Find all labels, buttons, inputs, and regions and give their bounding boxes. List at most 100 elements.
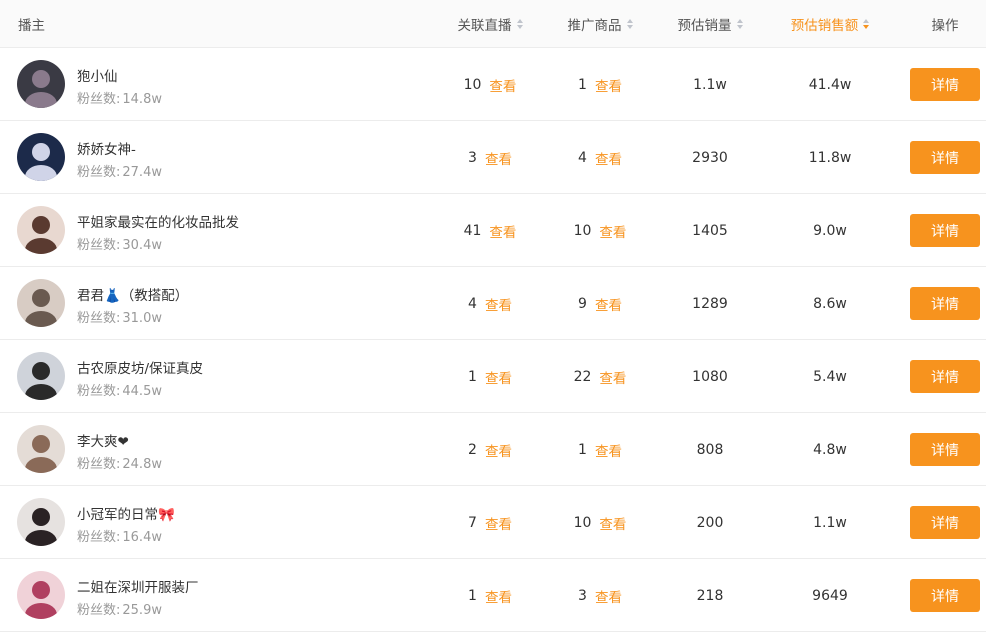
streamer-name[interactable]: 君君👗（教搭配） [77, 284, 188, 304]
live-count-cell: 2 查看 [468, 440, 512, 460]
live-count-cell: 41 查看 [463, 221, 517, 241]
fans-count: 粉丝数: 24.8w [77, 457, 162, 472]
estimated-sales: 218 [696, 587, 724, 604]
streamer-table: 播主 关联直播 推广商品 预估销量 预估销售额 操作 狍小仙 粉丝数: 14.8w… [0, 0, 986, 632]
detail-button[interactable]: 详情 [910, 360, 980, 393]
table-row: 小冠军的日常🎀 粉丝数: 16.4w 7 查看 10 查看 200 1.1w 详情 [0, 486, 986, 559]
table-row: 娇娇女神- 粉丝数: 27.4w 3 查看 4 查看 2930 11.8w 详情 [0, 121, 986, 194]
streamer-name[interactable]: 小冠军的日常🎀 [77, 503, 175, 523]
streamer-name[interactable]: 李大爽❤ [77, 430, 129, 450]
estimated-sales: 200 [696, 514, 724, 531]
fans-count: 粉丝数: 30.4w [77, 238, 162, 253]
estimated-sales: 2930 [692, 149, 728, 166]
table-header: 播主 关联直播 推广商品 预估销量 预估销售额 操作 [0, 0, 986, 48]
detail-button[interactable]: 详情 [910, 141, 980, 174]
goods-count-cell: 1 查看 [578, 75, 622, 95]
estimated-amount: 9649 [812, 587, 848, 604]
view-live-link[interactable]: 查看 [485, 148, 512, 168]
estimated-amount: 1.1w [813, 514, 847, 531]
avatar[interactable] [17, 279, 65, 327]
sort-icon[interactable] [516, 19, 523, 29]
streamer-name[interactable]: 古农原皮坊/保证真皮 [77, 357, 203, 377]
table-row: 狍小仙 粉丝数: 14.8w 10 查看 1 查看 1.1w 41.4w 详情 [0, 48, 986, 121]
avatar[interactable] [17, 352, 65, 400]
table-row: 李大爽❤ 粉丝数: 24.8w 2 查看 1 查看 808 4.8w 详情 [0, 413, 986, 486]
estimated-sales: 1.1w [693, 76, 727, 93]
view-goods-link[interactable]: 查看 [599, 367, 626, 387]
fans-count: 粉丝数: 16.4w [77, 530, 162, 545]
detail-button[interactable]: 详情 [910, 433, 980, 466]
sort-desc-active-icon[interactable] [863, 19, 870, 29]
goods-count-cell: 22 查看 [573, 367, 627, 387]
avatar[interactable] [17, 206, 65, 254]
estimated-amount: 41.4w [808, 76, 852, 93]
detail-button[interactable]: 详情 [910, 579, 980, 612]
avatar[interactable] [17, 425, 65, 473]
view-live-link[interactable]: 查看 [485, 367, 512, 387]
fans-count: 粉丝数: 31.0w [77, 311, 162, 326]
estimated-sales: 808 [696, 441, 724, 458]
fans-count: 粉丝数: 27.4w [77, 165, 162, 180]
view-goods-link[interactable]: 查看 [595, 440, 622, 460]
view-goods-link[interactable]: 查看 [595, 148, 622, 168]
estimated-sales: 1289 [692, 295, 728, 312]
fans-count: 粉丝数: 14.8w [77, 92, 162, 107]
table-row: 古农原皮坊/保证真皮 粉丝数: 44.5w 1 查看 22 查看 1080 5.4w … [0, 340, 986, 413]
detail-button[interactable]: 详情 [910, 506, 980, 539]
estimated-sales: 1080 [692, 368, 728, 385]
view-live-link[interactable]: 查看 [489, 221, 516, 241]
column-header-sales[interactable]: 预估销量 [660, 0, 760, 48]
view-goods-link[interactable]: 查看 [595, 294, 622, 314]
view-goods-link[interactable]: 查看 [595, 75, 622, 95]
streamer-name[interactable]: 二姐在深圳开服装厂 [77, 576, 199, 596]
estimated-sales: 1405 [692, 222, 728, 239]
streamer-name[interactable]: 狍小仙 [77, 65, 118, 85]
live-count-cell: 1 查看 [468, 586, 512, 606]
goods-count-cell: 1 查看 [578, 440, 622, 460]
column-header-goods[interactable]: 推广商品 [550, 0, 650, 48]
fans-count: 粉丝数: 44.5w [77, 384, 162, 399]
avatar[interactable] [17, 571, 65, 619]
view-live-link[interactable]: 查看 [485, 513, 512, 533]
column-header-amount[interactable]: 预估销售额 [770, 0, 890, 48]
goods-count-cell: 9 查看 [578, 294, 622, 314]
sort-icon[interactable] [626, 19, 633, 29]
table-row: 二姐在深圳开服装厂 粉丝数: 25.9w 1 查看 3 查看 218 9649 详情 [0, 559, 986, 632]
column-header-anchor: 播主 [18, 18, 45, 34]
view-goods-link[interactable]: 查看 [595, 586, 622, 606]
column-header-ops: 操作 [931, 18, 959, 34]
view-goods-link[interactable]: 查看 [599, 221, 626, 241]
live-count-cell: 10 查看 [463, 75, 517, 95]
avatar[interactable] [17, 60, 65, 108]
live-count-cell: 7 查看 [468, 513, 512, 533]
avatar[interactable] [17, 498, 65, 546]
estimated-amount: 4.8w [813, 441, 847, 458]
estimated-amount: 8.6w [813, 295, 847, 312]
view-live-link[interactable]: 查看 [489, 75, 516, 95]
table-row: 平姐家最实在的化妆品批发 粉丝数: 30.4w 41 查看 10 查看 1405 9.… [0, 194, 986, 267]
estimated-amount: 9.0w [813, 222, 847, 239]
detail-button[interactable]: 详情 [910, 287, 980, 320]
live-count-cell: 3 查看 [468, 148, 512, 168]
goods-count-cell: 10 查看 [573, 513, 627, 533]
sort-icon[interactable] [736, 19, 743, 29]
live-count-cell: 1 查看 [468, 367, 512, 387]
column-header-live[interactable]: 关联直播 [440, 0, 540, 48]
detail-button[interactable]: 详情 [910, 68, 980, 101]
goods-count-cell: 4 查看 [578, 148, 622, 168]
estimated-amount: 5.4w [813, 368, 847, 385]
table-body: 狍小仙 粉丝数: 14.8w 10 查看 1 查看 1.1w 41.4w 详情 娇娇女… [0, 48, 986, 632]
goods-count-cell: 10 查看 [573, 221, 627, 241]
view-goods-link[interactable]: 查看 [599, 513, 626, 533]
streamer-name[interactable]: 娇娇女神- [77, 138, 136, 158]
detail-button[interactable]: 详情 [910, 214, 980, 247]
avatar[interactable] [17, 133, 65, 181]
streamer-name[interactable]: 平姐家最实在的化妆品批发 [77, 211, 239, 231]
goods-count-cell: 3 查看 [578, 586, 622, 606]
table-row: 君君👗（教搭配） 粉丝数: 31.0w 4 查看 9 查看 1289 8.6w 详情 [0, 267, 986, 340]
view-live-link[interactable]: 查看 [485, 294, 512, 314]
view-live-link[interactable]: 查看 [485, 440, 512, 460]
view-live-link[interactable]: 查看 [485, 586, 512, 606]
fans-count: 粉丝数: 25.9w [77, 603, 162, 618]
estimated-amount: 11.8w [808, 149, 852, 166]
